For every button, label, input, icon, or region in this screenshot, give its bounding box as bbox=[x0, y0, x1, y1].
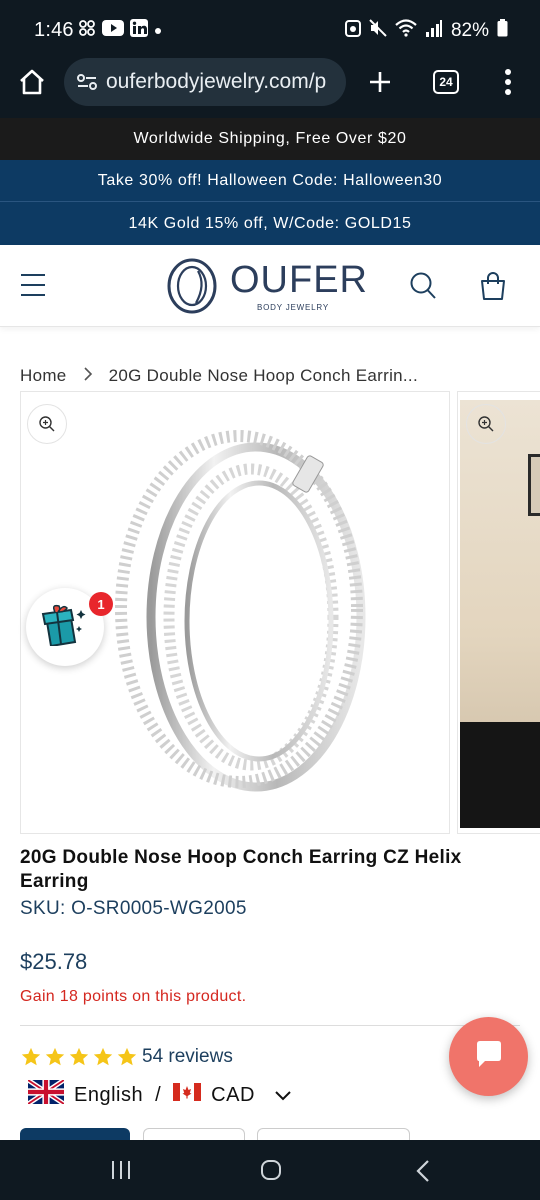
gold-banner-text: 14K Gold 15% off, W/Code: GOLD15 bbox=[128, 214, 412, 232]
star-icon bbox=[117, 1047, 137, 1066]
product-image-secondary[interactable] bbox=[457, 391, 540, 834]
model-hair bbox=[460, 722, 540, 828]
wall-frame bbox=[528, 454, 540, 516]
pinwheel-icon bbox=[78, 19, 96, 42]
zoom-icon[interactable] bbox=[27, 404, 67, 444]
star-icon bbox=[21, 1047, 41, 1066]
linkedin-icon bbox=[130, 19, 148, 42]
chevron-down-icon[interactable] bbox=[275, 1084, 291, 1107]
currency-label[interactable]: CAD bbox=[211, 1084, 255, 1107]
rating-reviews[interactable]: 54 reviews bbox=[20, 1046, 233, 1068]
wifi-icon bbox=[395, 19, 417, 43]
halloween-banner-text: Take 30% off! Halloween Code: Halloween3… bbox=[97, 172, 443, 189]
hamburger-menu-icon[interactable] bbox=[20, 273, 46, 302]
canada-flag-icon bbox=[173, 1083, 202, 1107]
youtube-icon bbox=[102, 20, 124, 41]
language-label[interactable]: English bbox=[74, 1084, 143, 1107]
product-title: 20G Double Nose Hoop Conch Earring CZ He… bbox=[20, 847, 462, 892]
zoom-icon-secondary[interactable] bbox=[466, 404, 506, 444]
halloween-banner[interactable]: Take 30% off! Halloween Code: Halloween3… bbox=[0, 160, 540, 202]
recent-apps-icon[interactable] bbox=[110, 1160, 132, 1185]
partial-button-primary[interactable] bbox=[20, 1128, 130, 1140]
address-bar[interactable]: ouferbodyjewelry.com/p bbox=[64, 58, 346, 106]
product-sku: SKU: O-SR0005-WG2005 bbox=[20, 898, 247, 919]
star-rating bbox=[20, 1046, 138, 1068]
search-icon[interactable] bbox=[409, 271, 437, 306]
breadcrumb-current: 20G Double Nose Hoop Conch Earrin... bbox=[108, 366, 418, 385]
uk-flag-icon bbox=[26, 1078, 66, 1110]
gift-box-icon bbox=[41, 604, 89, 651]
partial-button-tertiary[interactable] bbox=[257, 1128, 410, 1140]
system-nav-bar bbox=[0, 1140, 540, 1200]
browser-toolbar: ouferbodyjewelry.com/p 24 bbox=[0, 58, 540, 120]
alarm-icon bbox=[344, 19, 361, 43]
shipping-banner-text: Worldwide Shipping, Free Over $20 bbox=[133, 130, 407, 147]
chevron-right-icon bbox=[83, 366, 93, 386]
battery-icon bbox=[497, 19, 508, 43]
url-text: ouferbodyjewelry.com/p bbox=[106, 70, 327, 93]
new-tab-icon[interactable] bbox=[368, 70, 392, 99]
site-header: OUFER BODY JEWELRY bbox=[0, 245, 540, 327]
breadcrumb-home[interactable]: Home bbox=[20, 366, 67, 386]
breadcrumb: Home 20G Double Nose Hoop Conch Earrin..… bbox=[20, 366, 418, 386]
divider bbox=[20, 1025, 520, 1026]
logo-icon[interactable] bbox=[166, 257, 218, 320]
chat-bubble-icon bbox=[474, 1039, 504, 1074]
tab-switcher-button[interactable]: 24 bbox=[433, 70, 459, 94]
gold-banner[interactable]: 14K Gold 15% off, W/Code: GOLD15 bbox=[0, 202, 540, 245]
reward-points: Gain 18 points on this product. bbox=[20, 988, 247, 1005]
shipping-banner[interactable]: Worldwide Shipping, Free Over $20 bbox=[0, 118, 540, 160]
star-icon bbox=[69, 1047, 89, 1066]
chat-button[interactable] bbox=[449, 1017, 528, 1096]
site-settings-icon[interactable] bbox=[76, 73, 98, 91]
star-icon bbox=[45, 1047, 65, 1066]
reviews-link[interactable]: 54 reviews bbox=[142, 1046, 233, 1068]
logo-text[interactable]: OUFER bbox=[230, 259, 368, 302]
notification-badge: 1 bbox=[89, 592, 113, 616]
more-menu-icon[interactable] bbox=[504, 68, 512, 101]
cart-icon[interactable] bbox=[479, 271, 507, 306]
status-time: 1:46 bbox=[34, 19, 74, 41]
dot-icon bbox=[154, 22, 162, 40]
partial-button-secondary[interactable] bbox=[143, 1128, 245, 1140]
battery-percent: 82% bbox=[450, 20, 489, 41]
hoop-earring-graphic bbox=[115, 430, 366, 792]
home-nav-icon[interactable] bbox=[260, 1159, 282, 1186]
signal-icon bbox=[425, 19, 443, 43]
logo-subtext: BODY JEWELRY bbox=[257, 303, 329, 312]
tab-count: 24 bbox=[439, 75, 453, 89]
star-icon bbox=[93, 1047, 113, 1066]
notification-icons bbox=[78, 19, 162, 42]
product-price: $25.78 bbox=[20, 949, 88, 974]
system-icons: 82% bbox=[344, 19, 508, 43]
status-bar: 1:46 82% bbox=[0, 0, 540, 58]
home-icon[interactable] bbox=[18, 69, 46, 100]
back-icon[interactable] bbox=[415, 1159, 431, 1188]
locale-separator: / bbox=[155, 1083, 162, 1106]
mute-icon bbox=[369, 19, 387, 43]
